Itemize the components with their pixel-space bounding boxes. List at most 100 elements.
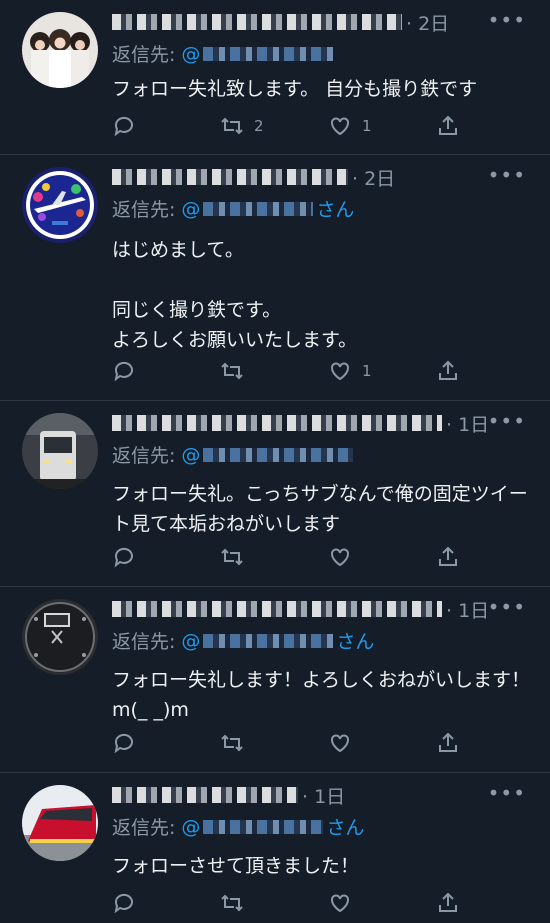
reply-to-line: 返信先: @ さん xyxy=(112,813,364,840)
mention-handle-redacted xyxy=(203,46,334,61)
tweet-1[interactable]: · 2日 ••• 返信先: @ フォロー失礼致します。 自分も撮り鉄です 2 1 xyxy=(0,0,550,155)
avatar[interactable] xyxy=(22,167,98,243)
reply-icon xyxy=(114,116,133,137)
tweet-2[interactable]: · 2日 ••• 返信先: @ さん はじめまして。 同じく撮り鉄です。 よろし… xyxy=(0,155,550,401)
reply-button[interactable] xyxy=(112,545,146,569)
tweet-time[interactable]: · 1日 xyxy=(446,410,489,437)
reply-prefix: 返信先: xyxy=(112,631,176,653)
mention-handle-redacted xyxy=(203,447,354,462)
share-button[interactable] xyxy=(436,891,460,915)
retweet-button[interactable] xyxy=(220,359,254,383)
heart-icon xyxy=(331,117,349,136)
tweet-actions xyxy=(112,731,472,759)
more-options-icon[interactable]: ••• xyxy=(488,8,526,32)
retweet-count: 2 xyxy=(254,117,264,135)
tweet-body: はじめまして。 同じく撮り鉄です。 よろしくお願いいたします。 xyxy=(112,239,358,351)
reply-icon xyxy=(114,547,133,568)
tweet-time[interactable]: · 2日 xyxy=(352,164,395,191)
mention-at: @ xyxy=(181,42,201,65)
like-button[interactable] xyxy=(328,891,362,915)
tweet-actions: 2 1 xyxy=(112,114,472,142)
mention-link[interactable]: @ xyxy=(181,444,356,466)
tweet-3[interactable]: · 1日 ••• 返信先: @ フォロー失礼。こっちサブなんで俺の固定ツイート見… xyxy=(0,401,550,587)
tweet-header: · 1日 xyxy=(112,781,345,809)
reply-prefix: 返信先: xyxy=(112,445,176,467)
share-icon xyxy=(439,115,457,135)
heart-icon xyxy=(331,734,349,753)
retweet-button[interactable] xyxy=(220,731,254,755)
tweet-4[interactable]: · 1日 ••• 返信先: @ さん フォロー失礼します！よろしくおねがいします… xyxy=(0,587,550,773)
retweet-icon xyxy=(221,548,243,566)
tweet-actions xyxy=(112,545,472,573)
tweet-time[interactable]: · 2日 xyxy=(406,9,449,36)
reply-icon xyxy=(114,893,133,914)
reply-to-line: 返信先: @ さん xyxy=(112,195,354,222)
like-button[interactable] xyxy=(328,731,362,755)
share-icon xyxy=(439,546,457,566)
tweet-header: · 1日 xyxy=(112,595,489,623)
mention-link[interactable]: @ xyxy=(181,43,336,65)
reply-button[interactable] xyxy=(112,731,146,755)
more-options-icon[interactable]: ••• xyxy=(488,781,526,805)
avatar[interactable] xyxy=(22,12,98,88)
like-button[interactable]: 1 xyxy=(328,114,372,138)
share-button[interactable] xyxy=(436,731,460,755)
more-options-icon[interactable]: ••• xyxy=(488,163,526,187)
retweet-button[interactable] xyxy=(220,545,254,569)
mention-at: @ xyxy=(181,443,201,466)
avatar[interactable] xyxy=(22,599,98,675)
display-name-redacted[interactable] xyxy=(112,169,348,185)
reply-button[interactable] xyxy=(112,359,146,383)
mention-suffix: さん xyxy=(326,817,365,839)
share-button[interactable] xyxy=(436,359,460,383)
tweet-body: フォロー失礼します！よろしくおねがいします！m(_ _)m xyxy=(112,669,531,721)
more-options-icon[interactable]: ••• xyxy=(488,409,526,433)
avatar[interactable] xyxy=(22,413,98,489)
reply-button[interactable] xyxy=(112,891,146,915)
display-name-redacted[interactable] xyxy=(112,14,402,30)
reply-prefix: 返信先: xyxy=(112,817,176,839)
tweet-body: フォロー失礼致します。 自分も撮り鉄です xyxy=(112,78,478,100)
share-icon xyxy=(439,360,457,380)
retweet-icon xyxy=(221,117,243,135)
mention-handle-redacted xyxy=(203,201,314,216)
share-icon xyxy=(439,732,457,752)
share-button[interactable] xyxy=(436,114,460,138)
like-button[interactable]: 1 xyxy=(328,359,372,383)
share-button[interactable] xyxy=(436,545,460,569)
display-name-redacted[interactable] xyxy=(112,787,298,803)
retweet-button[interactable]: 2 xyxy=(220,114,264,138)
reply-feed: · 2日 ••• 返信先: @ フォロー失礼致します。 自分も撮り鉄です 2 1… xyxy=(0,0,550,923)
mention-link[interactable]: @ さん xyxy=(181,813,364,840)
tweet-time[interactable]: · 1日 xyxy=(302,782,345,809)
tweet-actions xyxy=(112,891,472,919)
retweet-icon xyxy=(221,894,243,912)
heart-icon xyxy=(331,548,349,567)
tweet-body: フォロー失礼。こっちサブなんで俺の固定ツイート見て本垢おねがいします xyxy=(112,483,528,535)
tweet-5[interactable]: · 1日 ••• 返信先: @ さん フォローさせて頂きました！ xyxy=(0,773,550,923)
avatar-locomotive-plate-icon xyxy=(22,599,98,675)
reply-button[interactable] xyxy=(112,114,146,138)
avatar[interactable] xyxy=(22,785,98,861)
mention-link[interactable]: @ さん xyxy=(181,195,354,222)
like-count: 1 xyxy=(362,362,372,380)
tweet-header: · 2日 xyxy=(112,8,449,36)
tweet-time[interactable]: · 1日 xyxy=(446,596,489,623)
mention-link[interactable]: @ さん xyxy=(181,627,374,654)
mention-handle-redacted xyxy=(203,819,324,834)
reply-prefix: 返信先: xyxy=(112,44,176,66)
heart-icon xyxy=(331,894,349,913)
retweet-button[interactable] xyxy=(220,891,254,915)
retweet-icon xyxy=(221,734,243,752)
reply-icon xyxy=(114,361,133,382)
avatar-red-train-icon xyxy=(22,785,98,861)
mention-at: @ xyxy=(181,197,201,220)
display-name-redacted[interactable] xyxy=(112,601,442,617)
like-button[interactable] xyxy=(328,545,362,569)
like-count: 1 xyxy=(362,117,372,135)
reply-to-line: 返信先: @ さん xyxy=(112,627,374,654)
mention-suffix: さん xyxy=(336,631,375,653)
display-name-redacted[interactable] xyxy=(112,415,442,431)
more-options-icon[interactable]: ••• xyxy=(488,595,526,619)
mention-at: @ xyxy=(181,815,201,838)
